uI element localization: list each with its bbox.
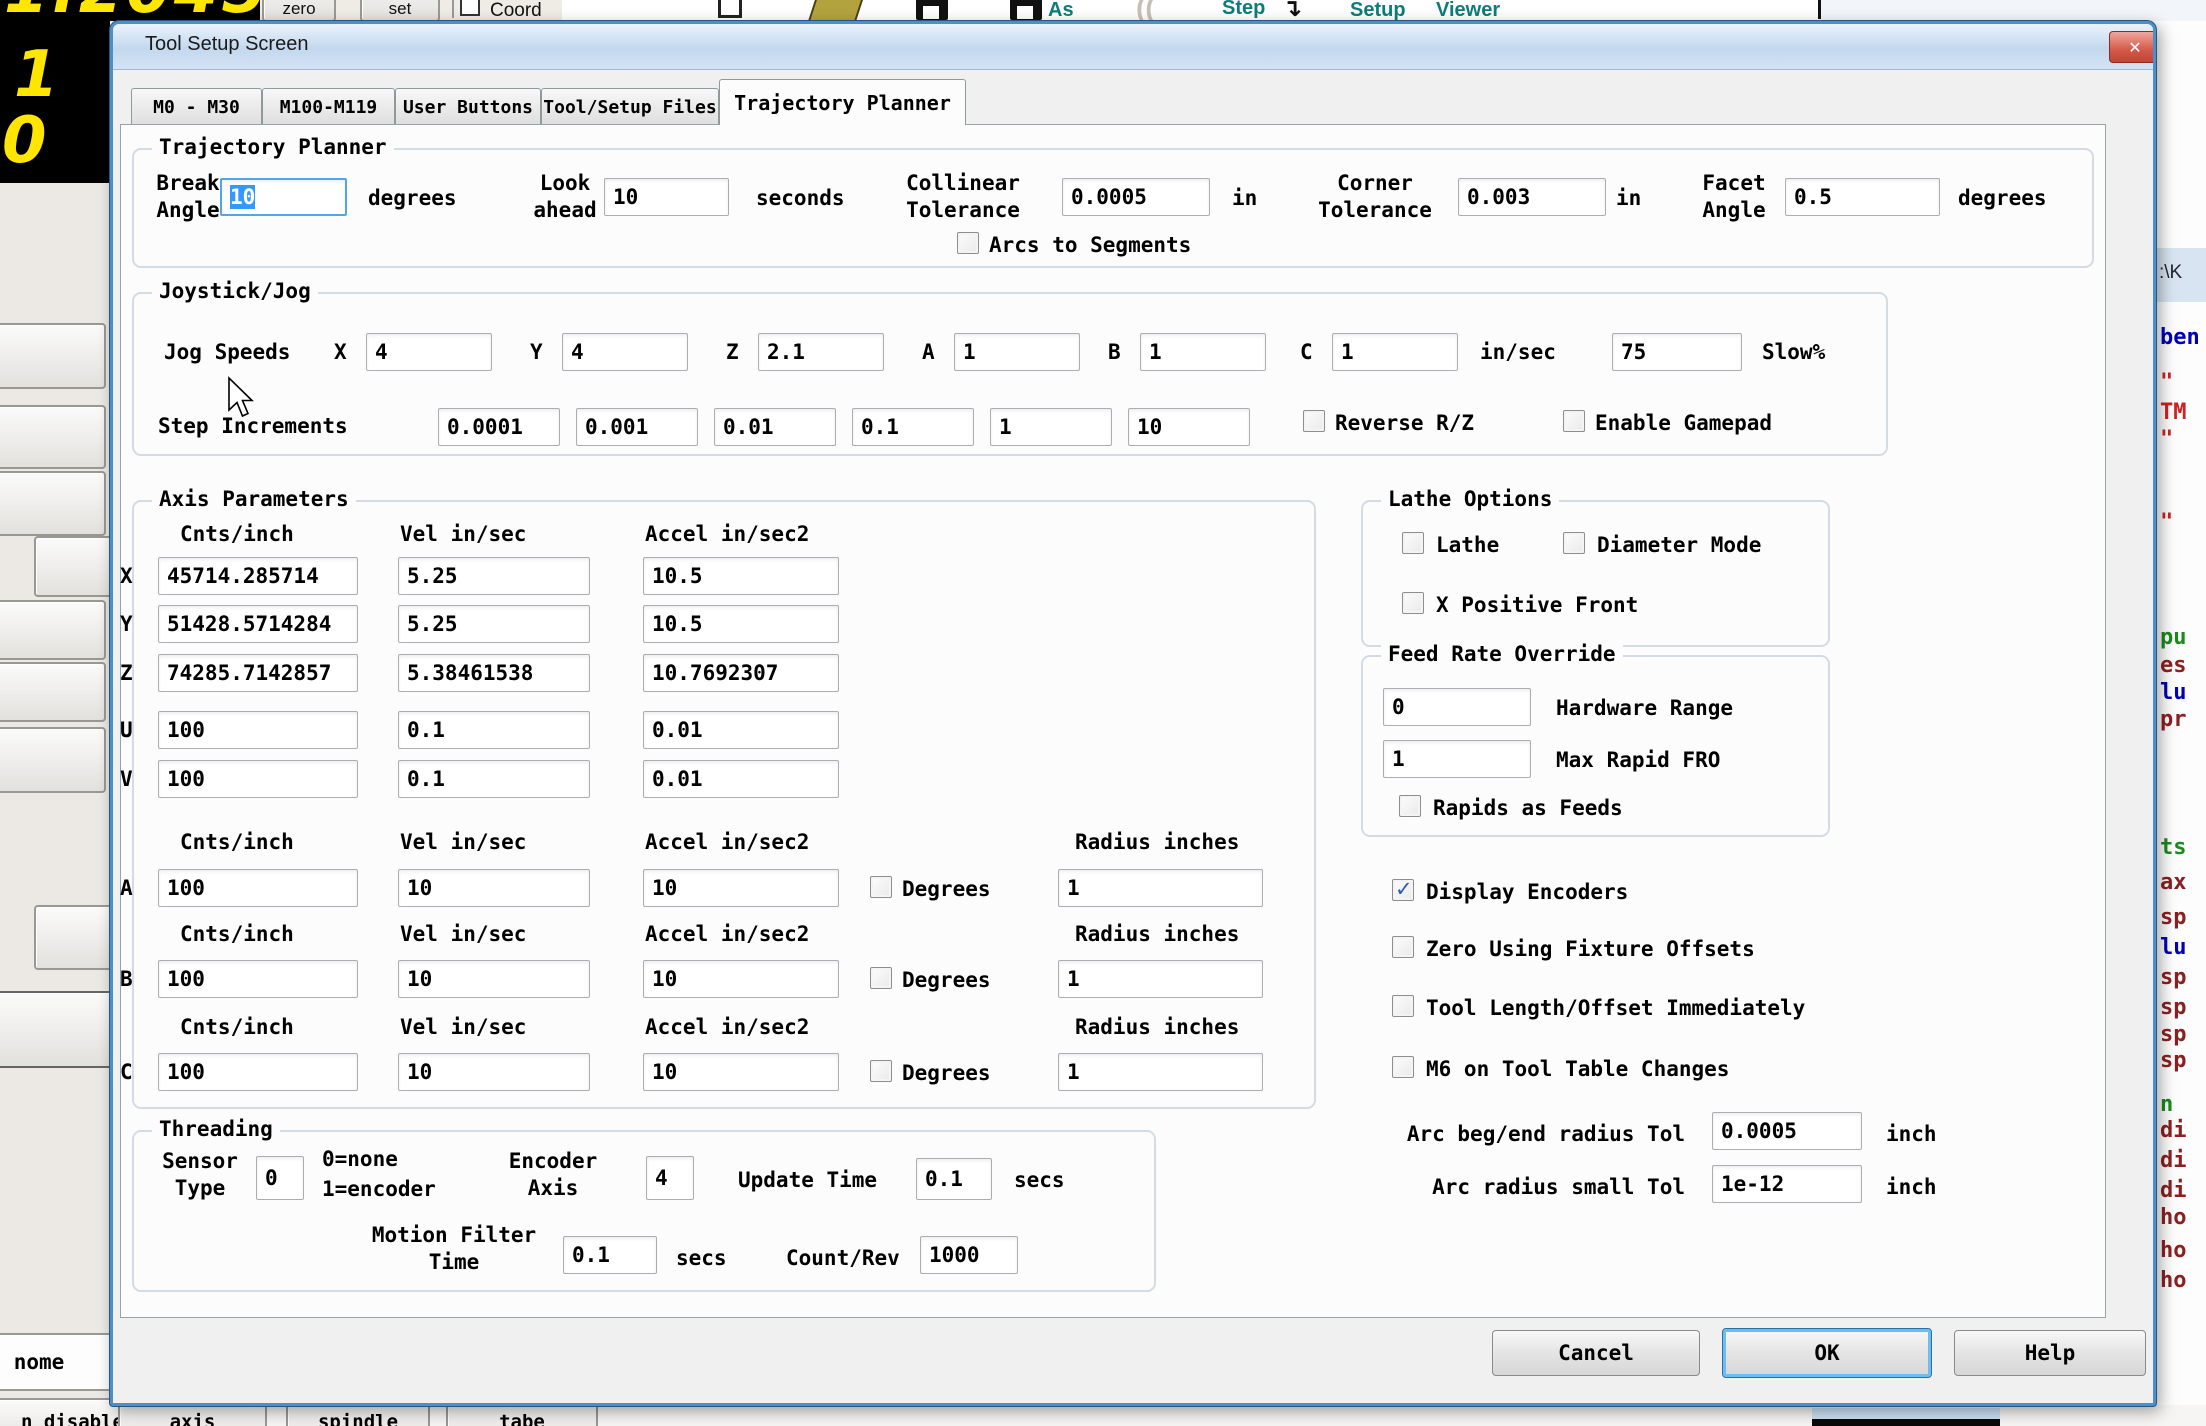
bottom-fragment-blue <box>1812 1408 2000 1419</box>
dro-digit: 0 <box>2 104 47 178</box>
editor-title-bar: :\K <box>2155 248 2206 302</box>
code-fragment: ho <box>2160 1238 2187 1263</box>
set-button-label: set <box>389 0 412 20</box>
toolbar-strip <box>562 0 1821 21</box>
tab-user-buttons[interactable]: User Buttons <box>395 88 541 125</box>
save-as-icon-inner <box>1017 6 1033 19</box>
editor-path: :\K <box>2159 262 2182 284</box>
toolbar-checkbox[interactable] <box>718 0 742 18</box>
code-fragment: TM <box>2160 400 2187 425</box>
code-fragment: pr <box>2160 707 2187 732</box>
setup-label[interactable]: Setup <box>1350 0 1406 22</box>
title-bar[interactable]: Tool Setup Screen ✕ <box>113 24 2153 70</box>
code-fragment: " <box>2160 427 2173 452</box>
code-fragment: " <box>2160 370 2173 395</box>
tab-m0-m30[interactable]: M0 - M30 <box>131 88 262 125</box>
partial-button <box>0 471 106 536</box>
tab-label: Trajectory Planner <box>734 91 951 115</box>
code-fragment: sp <box>2160 965 2187 990</box>
code-fragment: ax <box>2160 870 2187 895</box>
window-title: Tool Setup Screen <box>145 33 308 56</box>
code-fragment: sp <box>2160 1022 2187 1047</box>
partial-button <box>0 600 106 660</box>
code-fragment: ho <box>2160 1205 2187 1230</box>
dro-readout: 1.2045 <box>4 0 262 21</box>
save-as-icon[interactable] <box>1010 0 1042 20</box>
viewer-label[interactable]: Viewer <box>1436 0 1500 22</box>
code-fragment: pu <box>2160 625 2187 650</box>
dro-panel: 1 0 <box>0 0 110 183</box>
toolbar-separator <box>452 0 454 18</box>
dro-digit: 1 <box>14 38 59 112</box>
tab-label: User Buttons <box>403 97 533 118</box>
partial-button <box>0 991 118 1068</box>
partial-button <box>0 662 106 722</box>
tab-panel <box>120 124 2106 1318</box>
tab-label: M100-M119 <box>280 97 378 118</box>
tab-trajectory-planner[interactable]: Trajectory Planner <box>719 79 966 125</box>
tab-label: M0 - M30 <box>153 97 240 118</box>
code-fragment: n <box>2160 1092 2173 1117</box>
tab-m100-m119[interactable]: M100-M119 <box>262 88 395 125</box>
code-fragment: ben <box>2160 325 2200 350</box>
save-as-label[interactable]: As <box>1048 0 1074 22</box>
home-button[interactable]: nome <box>0 1333 114 1391</box>
code-fragment: " <box>2160 510 2173 535</box>
axis-button-label: axis <box>170 1411 216 1426</box>
tab-label: Tool/Setup Files <box>543 97 716 118</box>
code-fragment: sp <box>2160 995 2187 1020</box>
code-fragment: di <box>2160 1178 2187 1203</box>
spindle-button-label: spindle <box>318 1411 398 1426</box>
code-fragment: lu <box>2160 680 2187 705</box>
mouse-cursor <box>226 376 258 422</box>
save-icon[interactable] <box>916 0 948 20</box>
save-icon-inner <box>923 6 939 19</box>
toolbar-strip <box>1821 0 2206 21</box>
screen: 1 0 1.2045 nome zero set Coord As (( Ste… <box>0 0 2206 1426</box>
close-button[interactable]: ✕ <box>2109 31 2156 63</box>
code-fragment: lu <box>2160 935 2187 960</box>
code-fragment: ts <box>2160 835 2187 860</box>
tab-tool-setup-files[interactable]: Tool/Setup Files <box>541 88 719 125</box>
code-fragment: ho <box>2160 1268 2187 1293</box>
partial-button <box>0 323 106 389</box>
table-button-label: tabe <box>499 1411 545 1426</box>
step-label[interactable]: Step <box>1222 0 1265 20</box>
dro-top-strip: 1.2045 <box>0 0 262 21</box>
code-fragment: es <box>2160 653 2187 678</box>
set-button[interactable]: set <box>360 0 440 22</box>
coord-checkbox[interactable] <box>460 0 480 16</box>
partial-button <box>0 405 106 469</box>
bottom-fragment-black <box>1812 1419 2000 1426</box>
partial-button <box>0 727 106 793</box>
code-fragment: di <box>2160 1148 2187 1173</box>
toolbar-divider <box>1818 0 1821 19</box>
code-fragment: sp <box>2160 905 2187 930</box>
coord-label: Coord <box>490 0 542 22</box>
code-fragment: sp <box>2160 1048 2187 1073</box>
step-icon: ↴ <box>1282 0 1302 22</box>
zero-button[interactable]: zero <box>262 0 336 22</box>
home-button-label: nome <box>14 1350 65 1374</box>
code-fragment: di <box>2160 1118 2187 1143</box>
close-icon: ✕ <box>2128 38 2141 57</box>
zero-button-label: zero <box>282 0 315 20</box>
